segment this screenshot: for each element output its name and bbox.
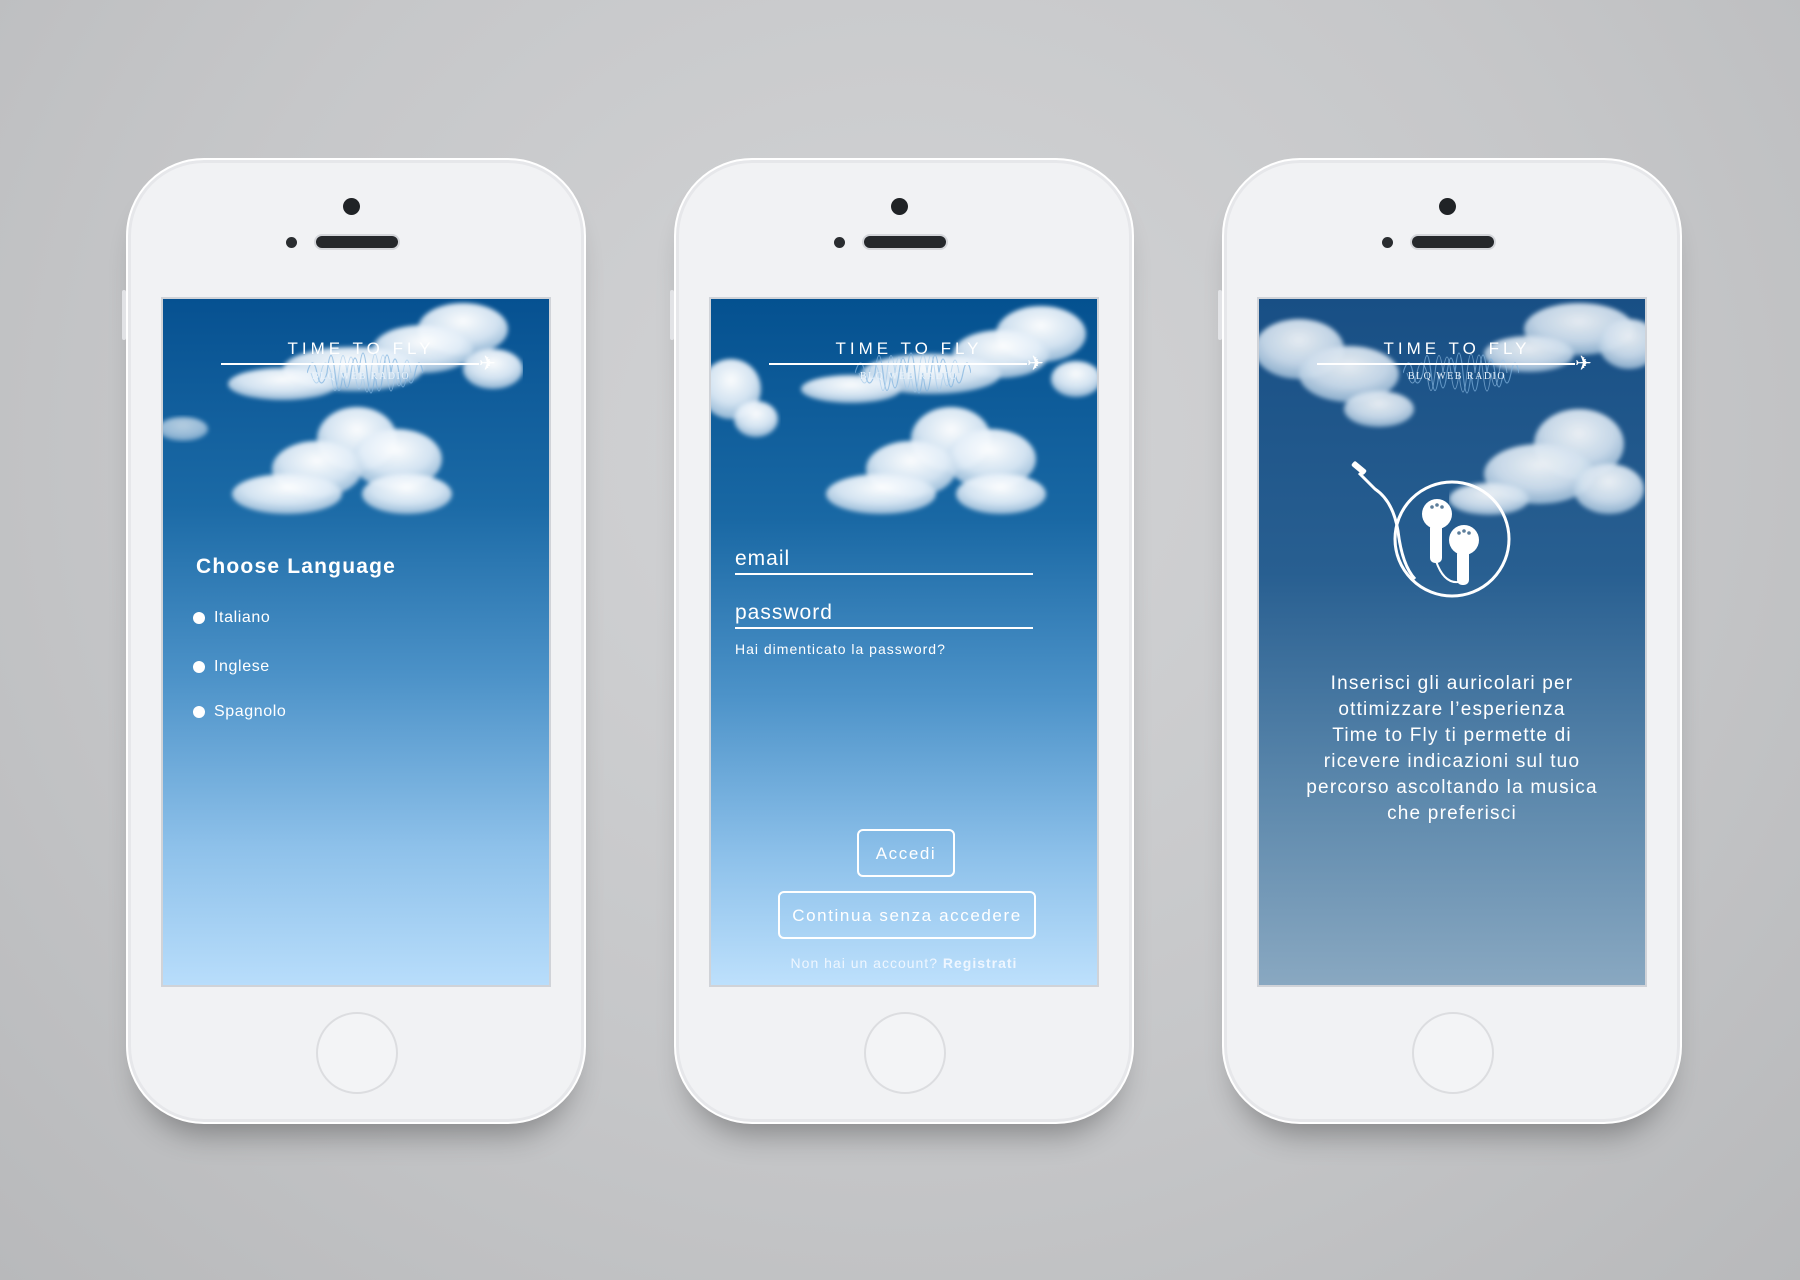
phone-login: TIME TO FLY ✈ BLQ WEB RADIO email passwo… — [670, 158, 1134, 1124]
brand-subtitle: BLQ WEB RADIO — [859, 371, 959, 382]
brand-subtitle: BLQ WEB RADIO — [1407, 371, 1507, 382]
earpiece-speaker — [316, 236, 398, 248]
phone-headphones: TIME TO FLY ✈ BLQ WEB RADIO Inserisci gl… — [1218, 158, 1682, 1124]
password-field[interactable]: password — [735, 595, 1033, 629]
message-line: ricevere indicazioni sul tuo — [1323, 751, 1581, 772]
headphones-screen: TIME TO FLY ✈ BLQ WEB RADIO Inserisci gl… — [1257, 297, 1647, 987]
cloud-decoration — [163, 417, 208, 441]
message-line: Inserisci gli auricolari per — [1330, 673, 1574, 694]
brand-title: TIME TO FLY — [835, 339, 983, 358]
language-option-label: Inglese — [214, 658, 270, 675]
radio-dot-icon[interactable] — [193, 612, 205, 624]
earpiece-speaker — [864, 236, 946, 248]
phone-language: TIME TO FLY ✈ BLQ WEB RADIO Choose Langu… — [122, 158, 586, 1124]
home-button[interactable] — [864, 1012, 946, 1094]
language-screen: TIME TO FLY ✈ BLQ WEB RADIO Choose Langu… — [161, 297, 551, 987]
password-label: password — [735, 601, 833, 624]
brand-flight-line — [769, 363, 1027, 365]
front-camera — [1439, 198, 1456, 215]
home-button[interactable] — [316, 1012, 398, 1094]
home-button[interactable] — [1412, 1012, 1494, 1094]
cloud-decoration — [826, 407, 1046, 514]
brand-logo: TIME TO FLY ✈ BLQ WEB RADIO — [221, 339, 501, 409]
front-camera — [891, 198, 908, 215]
message-line: Time to Fly ti permette di — [1332, 725, 1572, 746]
message-line: che preferisci — [1387, 803, 1517, 824]
headphones-message: Inserisci gli auricolari per ottimizzare… — [1273, 671, 1631, 827]
brand-title: TIME TO FLY — [287, 339, 435, 358]
signup-link[interactable]: Registrati — [943, 955, 1018, 971]
proximity-sensor — [834, 237, 845, 248]
brand-title: TIME TO FLY — [1383, 339, 1531, 358]
proximity-sensor — [1382, 237, 1393, 248]
brand-logo: TIME TO FLY ✈ BLQ WEB RADIO — [1317, 339, 1597, 409]
continue-without-login-button[interactable]: Continua senza accedere — [778, 891, 1036, 939]
language-option-spagnolo[interactable]: Spagnolo — [193, 703, 286, 721]
brand-flight-line — [221, 363, 479, 365]
language-option-inglese[interactable]: Inglese — [193, 658, 270, 676]
brand-flight-line — [1317, 363, 1575, 365]
login-button[interactable]: Accedi — [857, 829, 955, 877]
message-line: ottimizzare l’esperienza — [1338, 699, 1566, 720]
choose-language-heading: Choose Language — [196, 555, 397, 578]
front-camera — [343, 198, 360, 215]
earbuds-icon — [1351, 461, 1511, 598]
login-screen: TIME TO FLY ✈ BLQ WEB RADIO email passwo… — [709, 297, 1099, 987]
signup-prompt: Non hai un account? — [790, 955, 938, 971]
email-label: email — [735, 547, 791, 570]
language-option-italiano[interactable]: Italiano — [193, 609, 270, 627]
radio-dot-icon[interactable] — [193, 661, 205, 673]
language-option-label: Spagnolo — [214, 703, 287, 720]
radio-dot-icon[interactable] — [193, 706, 205, 718]
brand-subtitle: BLQ WEB RADIO — [311, 371, 411, 382]
message-line: percorso ascoltando la musica — [1306, 777, 1598, 798]
proximity-sensor — [286, 237, 297, 248]
brand-logo: TIME TO FLY ✈ BLQ WEB RADIO — [769, 339, 1049, 409]
forgot-password-link[interactable]: Hai dimenticato la password? — [735, 641, 946, 657]
signup-row: Non hai un account? Registrati — [711, 955, 1097, 971]
cloud-decoration — [232, 407, 452, 514]
earpiece-speaker — [1412, 236, 1494, 248]
language-option-label: Italiano — [214, 609, 271, 626]
email-field[interactable]: email — [735, 541, 1033, 575]
